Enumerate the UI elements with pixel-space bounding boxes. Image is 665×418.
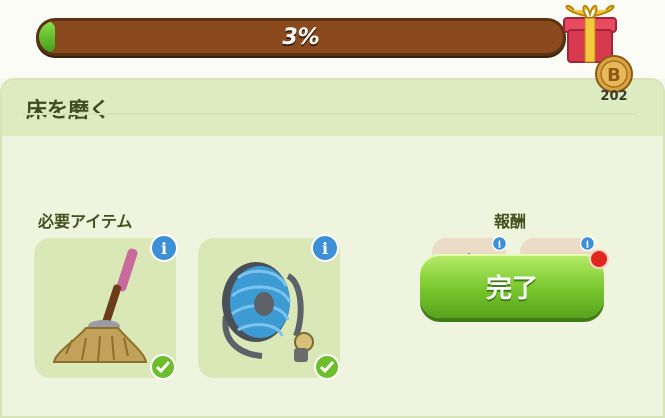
svg-text:i: i [586,241,590,251]
divider [22,113,637,115]
top-area: 3% [0,0,665,78]
info-icon[interactable]: i [492,236,507,251]
progress-bar: 3% [36,18,566,56]
notification-dot [589,249,609,269]
progress-label: 3% [282,24,320,50]
check-icon [150,354,176,380]
coin-count: 202 [600,89,628,104]
info-icon[interactable]: i [311,234,339,262]
check-icon [314,354,340,380]
task-title-strip: 床を磨く [2,80,663,136]
complete-button[interactable]: 完了 [420,254,604,318]
required-items-label: 必要アイテム [38,212,133,231]
svg-text:i: i [498,241,502,251]
reward-label: 報酬 [494,212,527,231]
svg-text:i: i [161,239,167,258]
info-icon[interactable]: i [580,236,595,251]
task-title: 床を磨く [26,98,110,122]
b-coin-icon: B [595,55,633,93]
mop-icon [52,248,148,363]
info-icon[interactable]: i [150,234,178,262]
svg-text:i: i [322,239,328,258]
svg-text:B: B [607,65,621,86]
